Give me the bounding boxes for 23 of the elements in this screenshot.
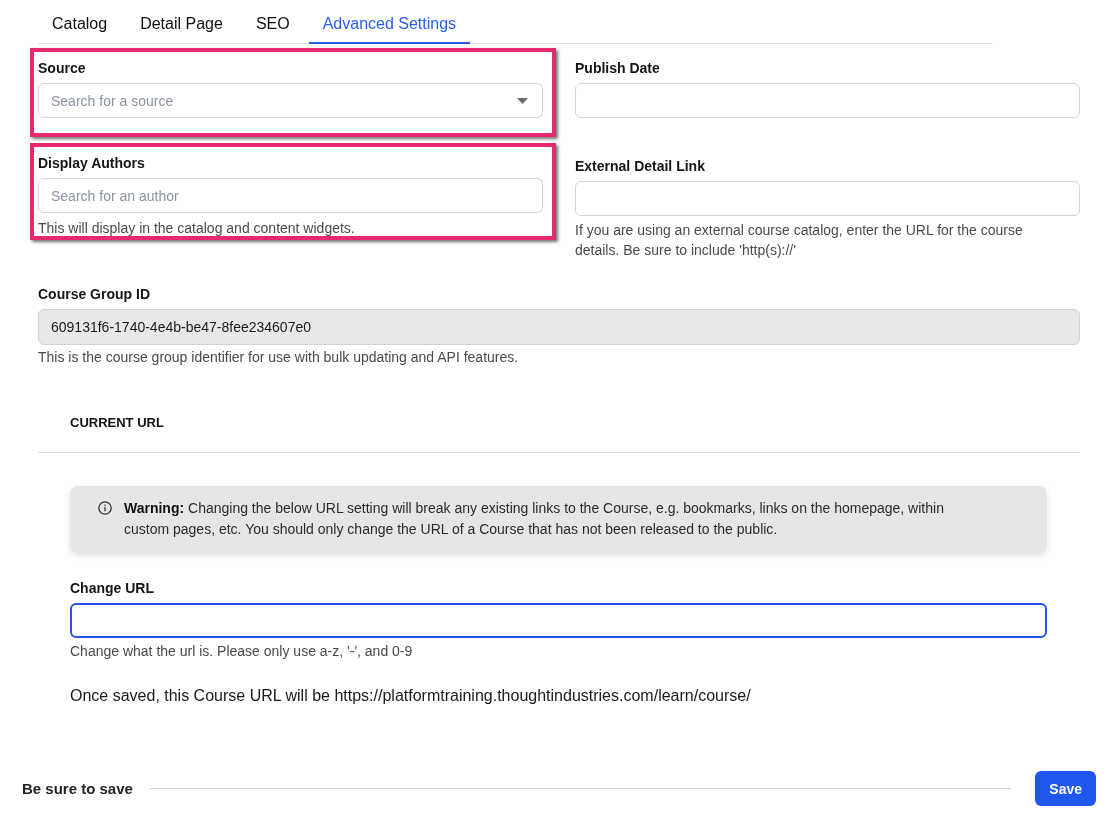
info-icon xyxy=(98,501,112,515)
field-label: Course Group ID xyxy=(38,285,150,303)
warning-text: Warning: Changing the below URL setting will break any existing links to the Course, e.g. bookmarks, links on the homepage, within custom pages, etc. You should only change the URL of a Course that has not been released to the public. xyxy=(124,499,945,539)
field-label: Source xyxy=(38,59,86,77)
tab[interactable]: Detail Page xyxy=(126,5,237,44)
tab[interactable]: Catalog xyxy=(38,5,122,44)
input-field[interactable] xyxy=(70,603,1047,638)
tab[interactable]: Advanced Settings xyxy=(308,5,471,44)
help-text: This will display in the catalog and content widgets. xyxy=(38,220,355,236)
url-preview-text: Once saved, this Course URL will be https://platformtraining.thoughtindustries.com/learn/course/ xyxy=(70,686,751,706)
help-text: If you are using an external course catalog, enter the URL for the course details. Be sure to include 'http(s)://' xyxy=(575,221,1024,260)
field-label: Display Authors xyxy=(38,154,145,172)
save-button[interactable]: Save xyxy=(1035,771,1096,806)
save-reminder-text: Be sure to save xyxy=(22,780,133,797)
field-label: External Detail Link xyxy=(575,157,705,175)
id-field: 609131f6-1740-4e4b-be47-8fee234607e0 xyxy=(38,309,1080,345)
field-label: Publish Date xyxy=(575,59,660,77)
section-heading: CURRENT URL xyxy=(70,414,164,432)
help-text: Change what the url is. Please only use a-z, '-', and 0-9 xyxy=(70,643,413,659)
help-text: This is the course group identifier for use with bulk updating and API features. xyxy=(38,349,519,365)
tab[interactable]: SEO xyxy=(241,5,304,44)
field-label: Change URL xyxy=(70,579,154,597)
caret-down-icon xyxy=(517,97,528,104)
